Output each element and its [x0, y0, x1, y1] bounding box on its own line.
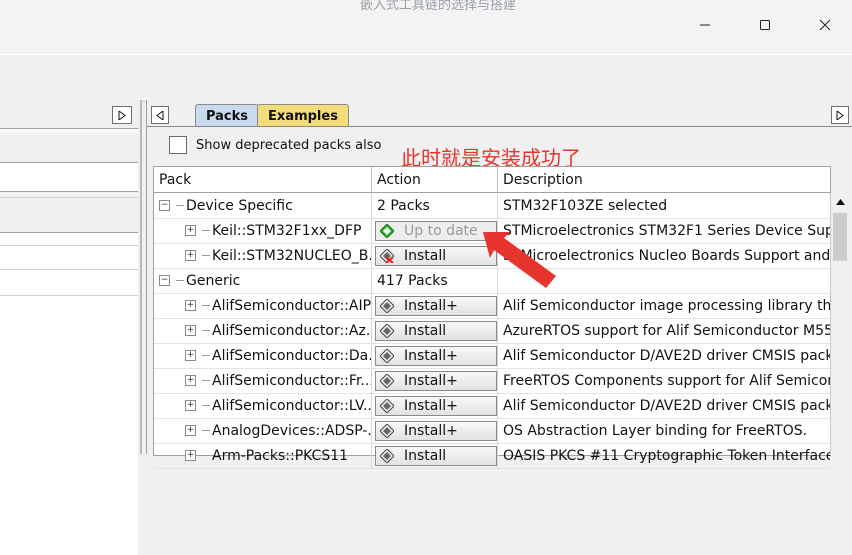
tree-line [202, 455, 210, 456]
annotation-arrow-shape [483, 232, 556, 288]
annotation-arrow [483, 232, 556, 288]
